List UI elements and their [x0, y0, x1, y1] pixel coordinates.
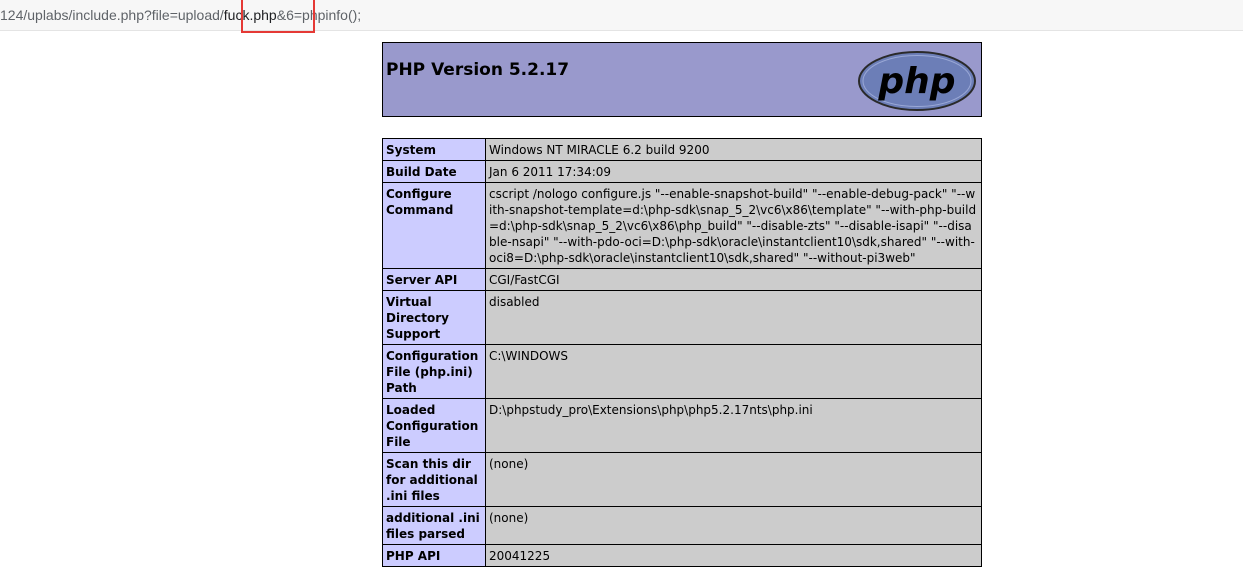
php-version-title: PHP Version 5.2.17 [386, 60, 570, 80]
row-label: additional .ini files parsed [382, 506, 486, 545]
table-row: Configure Command cscript /nologo configu… [382, 182, 982, 269]
php-logo-icon: php [858, 51, 976, 111]
row-value: C:\WINDOWS [485, 344, 982, 399]
row-value: disabled [485, 290, 982, 345]
row-value: (none) [485, 506, 982, 545]
row-label: Configure Command [382, 182, 486, 269]
phpinfo-table: System Windows NT MIRACLE 6.2 build 9200 B… [382, 138, 982, 567]
address-bar[interactable]: 124/uplabs/include.php?file=upload/fuck.… [0, 0, 1243, 33]
row-label: Scan this dir for additional .ini files [382, 452, 486, 507]
table-row: PHP API 20041225 [382, 544, 982, 567]
row-value: CGI/FastCGI [485, 268, 982, 291]
red-highlight-box [241, 0, 315, 33]
row-label: Virtual Directory Support [382, 290, 486, 345]
table-row: Loaded Configuration File D:\phpstudy_pro… [382, 398, 982, 453]
table-row: Configuration File (php.ini) Path C:\WIND… [382, 344, 982, 399]
row-label: Build Date [382, 160, 486, 183]
table-row: additional .ini files parsed (none) [382, 506, 982, 545]
row-value: D:\phpstudy_pro\Extensions\php\php5.2.17… [485, 398, 982, 453]
table-row: Scan this dir for additional .ini files(… [382, 452, 982, 507]
row-label: System [382, 138, 486, 161]
row-label: Configuration File (php.ini) Path [382, 344, 486, 399]
table-row: Build Date Jan 6 2011 17:34:09 [382, 160, 982, 183]
php-logo-text: php [877, 61, 955, 102]
row-label: Loaded Configuration File [382, 398, 486, 453]
row-value: cscript /nologo configure.js "--enable-s… [485, 182, 982, 269]
row-value: Jan 6 2011 17:34:09 [485, 160, 982, 183]
table-row: Virtual Directory Support disabled [382, 290, 982, 345]
url-prefix: 124/uplabs/include.php?file=upload/ [0, 7, 224, 23]
phpinfo-page: PHP Version 5.2.17 php System Windows NT … [382, 42, 982, 567]
phpinfo-header: PHP Version 5.2.17 php [382, 42, 982, 117]
row-value: (none) [485, 452, 982, 507]
table-row: Server API CGI/FastCGI [382, 268, 982, 291]
table-row: System Windows NT MIRACLE 6.2 build 9200 [382, 138, 982, 161]
row-label: PHP API [382, 544, 486, 567]
row-value: Windows NT MIRACLE 6.2 build 9200 [485, 138, 982, 161]
row-label: Server API [382, 268, 486, 291]
row-value: 20041225 [485, 544, 982, 567]
